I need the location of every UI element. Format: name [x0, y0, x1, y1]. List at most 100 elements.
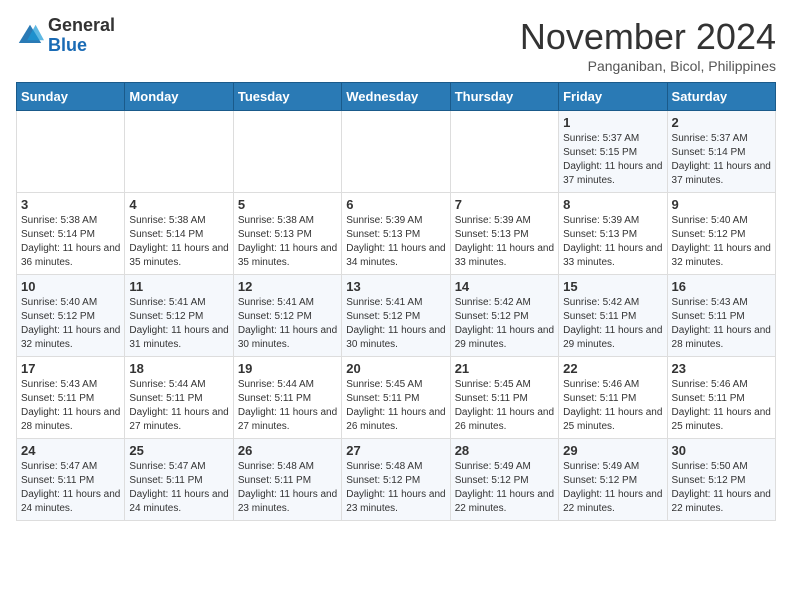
sunrise-text: Sunrise: 5:45 AM — [346, 378, 445, 392]
calendar-table: Sunday Monday Tuesday Wednesday Thursday… — [16, 82, 776, 521]
daylight-text: Daylight: 11 hours and 25 minutes. — [672, 406, 771, 434]
sunset-text: Sunset: 5:11 PM — [672, 310, 771, 324]
day-number: 17 — [21, 361, 120, 376]
day-number: 18 — [129, 361, 228, 376]
calendar-cell: 11 Sunrise: 5:41 AM Sunset: 5:12 PM Dayl… — [125, 275, 233, 357]
calendar-cell: 17 Sunrise: 5:43 AM Sunset: 5:11 PM Dayl… — [17, 357, 125, 439]
sunrise-text: Sunrise: 5:38 AM — [21, 214, 120, 228]
cell-info: Sunrise: 5:38 AM Sunset: 5:14 PM Dayligh… — [129, 214, 228, 270]
cell-info: Sunrise: 5:49 AM Sunset: 5:12 PM Dayligh… — [563, 460, 662, 516]
day-number: 6 — [346, 197, 445, 212]
calendar-cell: 21 Sunrise: 5:45 AM Sunset: 5:11 PM Dayl… — [450, 357, 558, 439]
col-tuesday: Tuesday — [233, 83, 341, 111]
cell-info: Sunrise: 5:44 AM Sunset: 5:11 PM Dayligh… — [129, 378, 228, 434]
sunset-text: Sunset: 5:11 PM — [563, 392, 662, 406]
cell-info: Sunrise: 5:41 AM Sunset: 5:12 PM Dayligh… — [129, 296, 228, 352]
calendar-cell: 3 Sunrise: 5:38 AM Sunset: 5:14 PM Dayli… — [17, 193, 125, 275]
daylight-text: Daylight: 11 hours and 23 minutes. — [238, 488, 337, 516]
sunrise-text: Sunrise: 5:44 AM — [129, 378, 228, 392]
cell-info: Sunrise: 5:39 AM Sunset: 5:13 PM Dayligh… — [346, 214, 445, 270]
day-number: 14 — [455, 279, 554, 294]
day-number: 3 — [21, 197, 120, 212]
calendar-week-2: 10 Sunrise: 5:40 AM Sunset: 5:12 PM Dayl… — [17, 275, 776, 357]
day-number: 16 — [672, 279, 771, 294]
sunset-text: Sunset: 5:11 PM — [238, 474, 337, 488]
sunset-text: Sunset: 5:11 PM — [21, 474, 120, 488]
sunset-text: Sunset: 5:11 PM — [129, 474, 228, 488]
calendar-cell — [233, 111, 341, 193]
day-number: 25 — [129, 443, 228, 458]
day-number: 4 — [129, 197, 228, 212]
cell-info: Sunrise: 5:37 AM Sunset: 5:14 PM Dayligh… — [672, 132, 771, 188]
sunset-text: Sunset: 5:13 PM — [455, 228, 554, 242]
daylight-text: Daylight: 11 hours and 35 minutes. — [129, 242, 228, 270]
day-number: 24 — [21, 443, 120, 458]
weekday-row: Sunday Monday Tuesday Wednesday Thursday… — [17, 83, 776, 111]
sunset-text: Sunset: 5:12 PM — [455, 474, 554, 488]
daylight-text: Daylight: 11 hours and 28 minutes. — [21, 406, 120, 434]
cell-info: Sunrise: 5:38 AM Sunset: 5:14 PM Dayligh… — [21, 214, 120, 270]
sunrise-text: Sunrise: 5:41 AM — [346, 296, 445, 310]
daylight-text: Daylight: 11 hours and 26 minutes. — [455, 406, 554, 434]
calendar-cell: 16 Sunrise: 5:43 AM Sunset: 5:11 PM Dayl… — [667, 275, 775, 357]
cell-info: Sunrise: 5:38 AM Sunset: 5:13 PM Dayligh… — [238, 214, 337, 270]
col-friday: Friday — [559, 83, 667, 111]
sunset-text: Sunset: 5:12 PM — [563, 474, 662, 488]
sunset-text: Sunset: 5:12 PM — [21, 310, 120, 324]
sunset-text: Sunset: 5:11 PM — [672, 392, 771, 406]
calendar-week-3: 17 Sunrise: 5:43 AM Sunset: 5:11 PM Dayl… — [17, 357, 776, 439]
logo-blue: Blue — [48, 35, 87, 55]
location: Panganiban, Bicol, Philippines — [520, 58, 776, 74]
daylight-text: Daylight: 11 hours and 30 minutes. — [346, 324, 445, 352]
calendar-body: 1 Sunrise: 5:37 AM Sunset: 5:15 PM Dayli… — [17, 111, 776, 521]
day-number: 21 — [455, 361, 554, 376]
daylight-text: Daylight: 11 hours and 24 minutes. — [21, 488, 120, 516]
sunset-text: Sunset: 5:11 PM — [346, 392, 445, 406]
daylight-text: Daylight: 11 hours and 22 minutes. — [672, 488, 771, 516]
calendar-header: Sunday Monday Tuesday Wednesday Thursday… — [17, 83, 776, 111]
sunset-text: Sunset: 5:12 PM — [672, 474, 771, 488]
sunrise-text: Sunrise: 5:42 AM — [455, 296, 554, 310]
sunset-text: Sunset: 5:11 PM — [129, 392, 228, 406]
calendar-cell: 10 Sunrise: 5:40 AM Sunset: 5:12 PM Dayl… — [17, 275, 125, 357]
sunrise-text: Sunrise: 5:49 AM — [563, 460, 662, 474]
month-title: November 2024 — [520, 16, 776, 58]
calendar-cell: 28 Sunrise: 5:49 AM Sunset: 5:12 PM Dayl… — [450, 439, 558, 521]
sunrise-text: Sunrise: 5:45 AM — [455, 378, 554, 392]
sunset-text: Sunset: 5:11 PM — [21, 392, 120, 406]
daylight-text: Daylight: 11 hours and 23 minutes. — [346, 488, 445, 516]
cell-info: Sunrise: 5:47 AM Sunset: 5:11 PM Dayligh… — [129, 460, 228, 516]
logo: General Blue — [16, 16, 115, 56]
cell-info: Sunrise: 5:41 AM Sunset: 5:12 PM Dayligh… — [238, 296, 337, 352]
day-number: 2 — [672, 115, 771, 130]
logo-general: General — [48, 16, 115, 36]
daylight-text: Daylight: 11 hours and 22 minutes. — [563, 488, 662, 516]
cell-info: Sunrise: 5:50 AM Sunset: 5:12 PM Dayligh… — [672, 460, 771, 516]
daylight-text: Daylight: 11 hours and 28 minutes. — [672, 324, 771, 352]
sunset-text: Sunset: 5:12 PM — [455, 310, 554, 324]
day-number: 1 — [563, 115, 662, 130]
calendar-cell — [17, 111, 125, 193]
calendar-cell: 22 Sunrise: 5:46 AM Sunset: 5:11 PM Dayl… — [559, 357, 667, 439]
cell-info: Sunrise: 5:43 AM Sunset: 5:11 PM Dayligh… — [21, 378, 120, 434]
daylight-text: Daylight: 11 hours and 33 minutes. — [455, 242, 554, 270]
calendar-cell: 23 Sunrise: 5:46 AM Sunset: 5:11 PM Dayl… — [667, 357, 775, 439]
day-number: 19 — [238, 361, 337, 376]
cell-info: Sunrise: 5:46 AM Sunset: 5:11 PM Dayligh… — [563, 378, 662, 434]
day-number: 15 — [563, 279, 662, 294]
day-number: 26 — [238, 443, 337, 458]
sunset-text: Sunset: 5:14 PM — [129, 228, 228, 242]
col-saturday: Saturday — [667, 83, 775, 111]
day-number: 7 — [455, 197, 554, 212]
cell-info: Sunrise: 5:43 AM Sunset: 5:11 PM Dayligh… — [672, 296, 771, 352]
cell-info: Sunrise: 5:48 AM Sunset: 5:12 PM Dayligh… — [346, 460, 445, 516]
cell-info: Sunrise: 5:45 AM Sunset: 5:11 PM Dayligh… — [346, 378, 445, 434]
day-number: 5 — [238, 197, 337, 212]
calendar-cell: 13 Sunrise: 5:41 AM Sunset: 5:12 PM Dayl… — [342, 275, 450, 357]
sunrise-text: Sunrise: 5:37 AM — [672, 132, 771, 146]
daylight-text: Daylight: 11 hours and 37 minutes. — [672, 160, 771, 188]
daylight-text: Daylight: 11 hours and 29 minutes. — [455, 324, 554, 352]
sunset-text: Sunset: 5:12 PM — [346, 474, 445, 488]
daylight-text: Daylight: 11 hours and 32 minutes. — [672, 242, 771, 270]
cell-info: Sunrise: 5:44 AM Sunset: 5:11 PM Dayligh… — [238, 378, 337, 434]
